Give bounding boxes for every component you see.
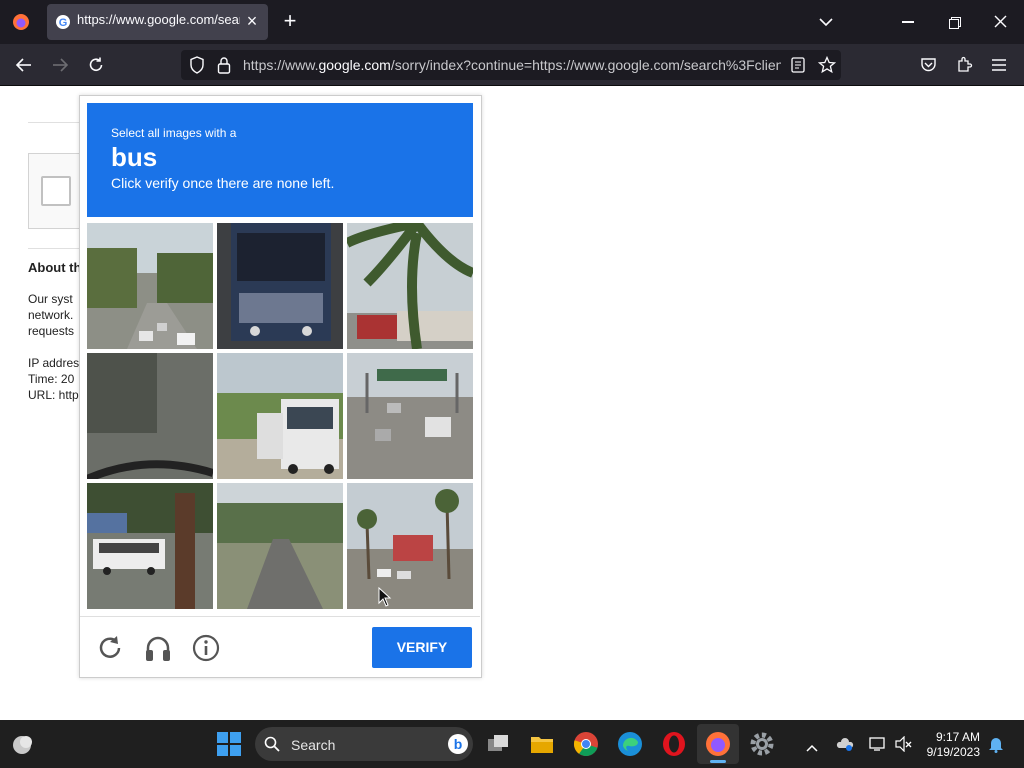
firefox-view-icon[interactable] — [11, 12, 31, 32]
page-body-line: network. — [28, 308, 74, 322]
volume-muted-icon[interactable] — [894, 735, 912, 753]
bookmark-star-icon[interactable] — [817, 55, 837, 74]
page-body-line: Our syst — [28, 292, 73, 306]
mouse-cursor-icon — [378, 586, 392, 607]
svg-text:b: b — [454, 736, 463, 752]
pocket-icon[interactable] — [920, 56, 937, 73]
notification-bell-icon[interactable] — [988, 735, 1004, 753]
edge-icon[interactable] — [617, 731, 643, 757]
ip-address-label: IP addres — [28, 356, 80, 370]
chrome-icon[interactable] — [573, 731, 599, 757]
firefox-running-indicator — [710, 760, 726, 763]
page-divider-top — [28, 122, 80, 123]
url-label: URL: http — [28, 388, 79, 402]
captcha-tile-highway[interactable] — [347, 353, 473, 479]
time-label: Time: 20 — [28, 372, 75, 386]
search-icon — [264, 736, 280, 752]
bing-icon[interactable]: b — [447, 733, 469, 755]
back-icon[interactable] — [15, 57, 33, 73]
new-tab-button[interactable]: + — [280, 10, 300, 32]
minimize-icon[interactable] — [902, 21, 914, 23]
info-icon[interactable] — [191, 633, 221, 663]
opera-icon[interactable] — [661, 731, 687, 757]
clock[interactable]: 9:17 AM 9/19/2023 — [918, 730, 980, 760]
captcha-tile-palm-tree[interactable] — [347, 223, 473, 349]
firefox-icon[interactable] — [705, 731, 731, 757]
taskbar-search-input[interactable] — [255, 727, 473, 761]
captcha-tile-shuttle-bus[interactable] — [87, 483, 213, 609]
captcha-tile-bus-rear[interactable] — [217, 223, 343, 349]
captcha-footer-divider — [80, 616, 480, 617]
captcha-target: bus — [111, 142, 158, 172]
restore-icon[interactable] — [949, 16, 961, 29]
tab-title: https://www.google.com/search — [77, 12, 240, 27]
about-heading: About th — [28, 260, 82, 275]
settings-gear-icon[interactable] — [749, 731, 775, 757]
start-icon[interactable] — [217, 732, 241, 756]
taskbar-search-label: Search — [291, 737, 336, 753]
lock-icon[interactable] — [217, 56, 231, 74]
list-all-tabs-icon[interactable] — [818, 15, 834, 27]
clock-date: 9/19/2023 — [926, 745, 980, 759]
headphones-icon[interactable] — [143, 633, 173, 663]
reload-page-icon[interactable] — [87, 56, 105, 74]
captcha-tile-palm-street[interactable] — [347, 483, 473, 609]
url-text[interactable]: https://www.google.com/sorry/index?conti… — [243, 57, 781, 73]
svg-text:G: G — [59, 17, 68, 29]
weather-icon[interactable] — [10, 732, 34, 756]
forward-icon — [51, 57, 69, 73]
captcha-prompt: Select all images with a — [111, 126, 237, 140]
show-hidden-icons-chevron-icon[interactable] — [806, 739, 818, 752]
onedrive-icon[interactable] — [836, 736, 854, 752]
close-tab-icon[interactable]: × — [244, 12, 260, 30]
page-body-line: requests — [28, 324, 75, 338]
captcha-instruction: Click verify once there are none left. — [111, 175, 335, 191]
network-icon[interactable] — [868, 736, 886, 752]
close-window-icon[interactable] — [994, 15, 1007, 28]
captcha-tile-dark-ground[interactable] — [87, 353, 213, 479]
google-favicon-icon: G — [55, 14, 71, 30]
task-view-icon[interactable] — [485, 731, 511, 757]
clock-time: 9:17 AM — [935, 730, 980, 744]
reload-icon[interactable] — [95, 633, 125, 663]
extensions-icon[interactable] — [956, 56, 973, 73]
captcha-tile-empty-road[interactable] — [217, 483, 343, 609]
tracking-protection-icon[interactable] — [189, 56, 205, 74]
reader-view-icon[interactable] — [791, 57, 805, 73]
recaptcha-checkbox[interactable] — [41, 176, 71, 206]
page-divider-bottom — [28, 248, 80, 249]
file-explorer-icon[interactable] — [529, 731, 555, 757]
captcha-tile-road-trees[interactable] — [87, 223, 213, 349]
app-menu-icon[interactable] — [992, 58, 1006, 71]
verify-button[interactable]: VERIFY — [372, 627, 472, 668]
captcha-tile-bus-front[interactable] — [217, 353, 343, 479]
